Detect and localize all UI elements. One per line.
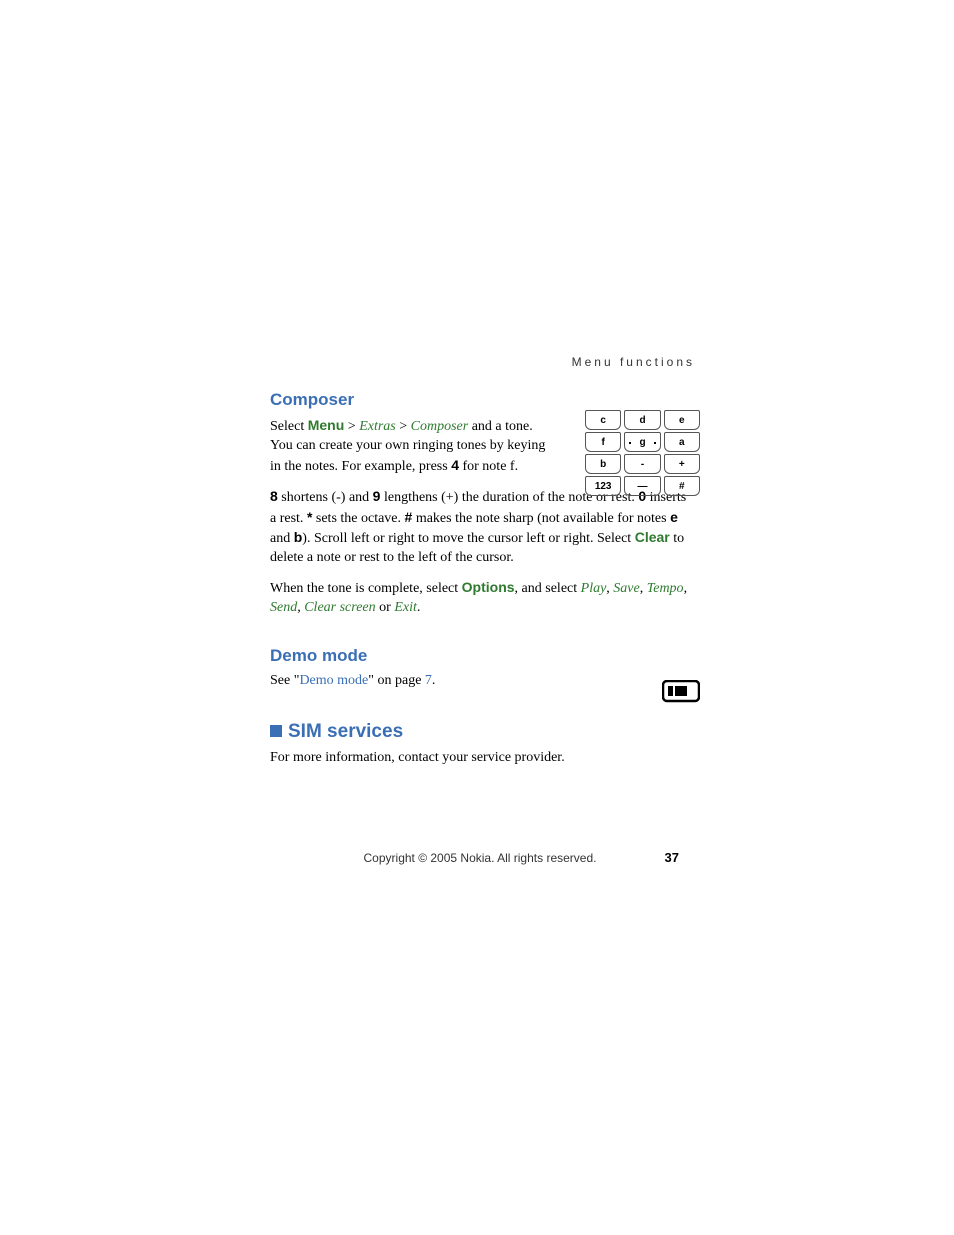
- key-minus: -: [624, 454, 660, 474]
- key-f: f: [585, 432, 621, 452]
- key-g: g: [624, 432, 660, 452]
- key-123: 123: [585, 476, 621, 496]
- demo-mode-link[interactable]: Demo mode: [299, 673, 368, 688]
- page-ref-link[interactable]: 7: [425, 673, 432, 688]
- clear-label: Clear: [635, 529, 670, 545]
- key-dash: —: [624, 476, 660, 496]
- heading-sim-services: SIM services: [270, 721, 690, 743]
- key-c: c: [585, 410, 621, 430]
- key-b: b: [585, 454, 621, 474]
- demo-para: See "Demo mode" on page 7.: [270, 672, 690, 691]
- page-number: 37: [665, 850, 679, 865]
- section-bullet-icon: [270, 725, 282, 737]
- menu-path-menu: Menu: [308, 417, 345, 433]
- options-label: Options: [462, 579, 515, 595]
- menu-path-composer: Composer: [411, 419, 469, 434]
- composer-para-1: Select Menu > Extras > Composer and a to…: [270, 416, 550, 477]
- composer-para-3: When the tone is complete, select Option…: [270, 578, 690, 618]
- keypad-figure: c d e f g a b - + 123 — #: [585, 410, 700, 498]
- sim-para: For more information, contact your servi…: [270, 749, 690, 768]
- key-hash: #: [664, 476, 700, 496]
- key-a: a: [664, 432, 700, 452]
- heading-demo-mode: Demo mode: [270, 646, 690, 666]
- heading-composer: Composer: [270, 390, 690, 410]
- footer-copyright: Copyright © 2005 Nokia. All rights reser…: [270, 851, 690, 865]
- running-header: Menu functions: [572, 355, 695, 369]
- key-e: e: [664, 410, 700, 430]
- key-plus: +: [664, 454, 700, 474]
- sim-card-icon: [662, 680, 700, 709]
- composer-para-2: 8 shortens (-) and 9 lengthens (+) the d…: [270, 487, 690, 569]
- key-d: d: [624, 410, 660, 430]
- menu-path-extras: Extras: [359, 419, 396, 434]
